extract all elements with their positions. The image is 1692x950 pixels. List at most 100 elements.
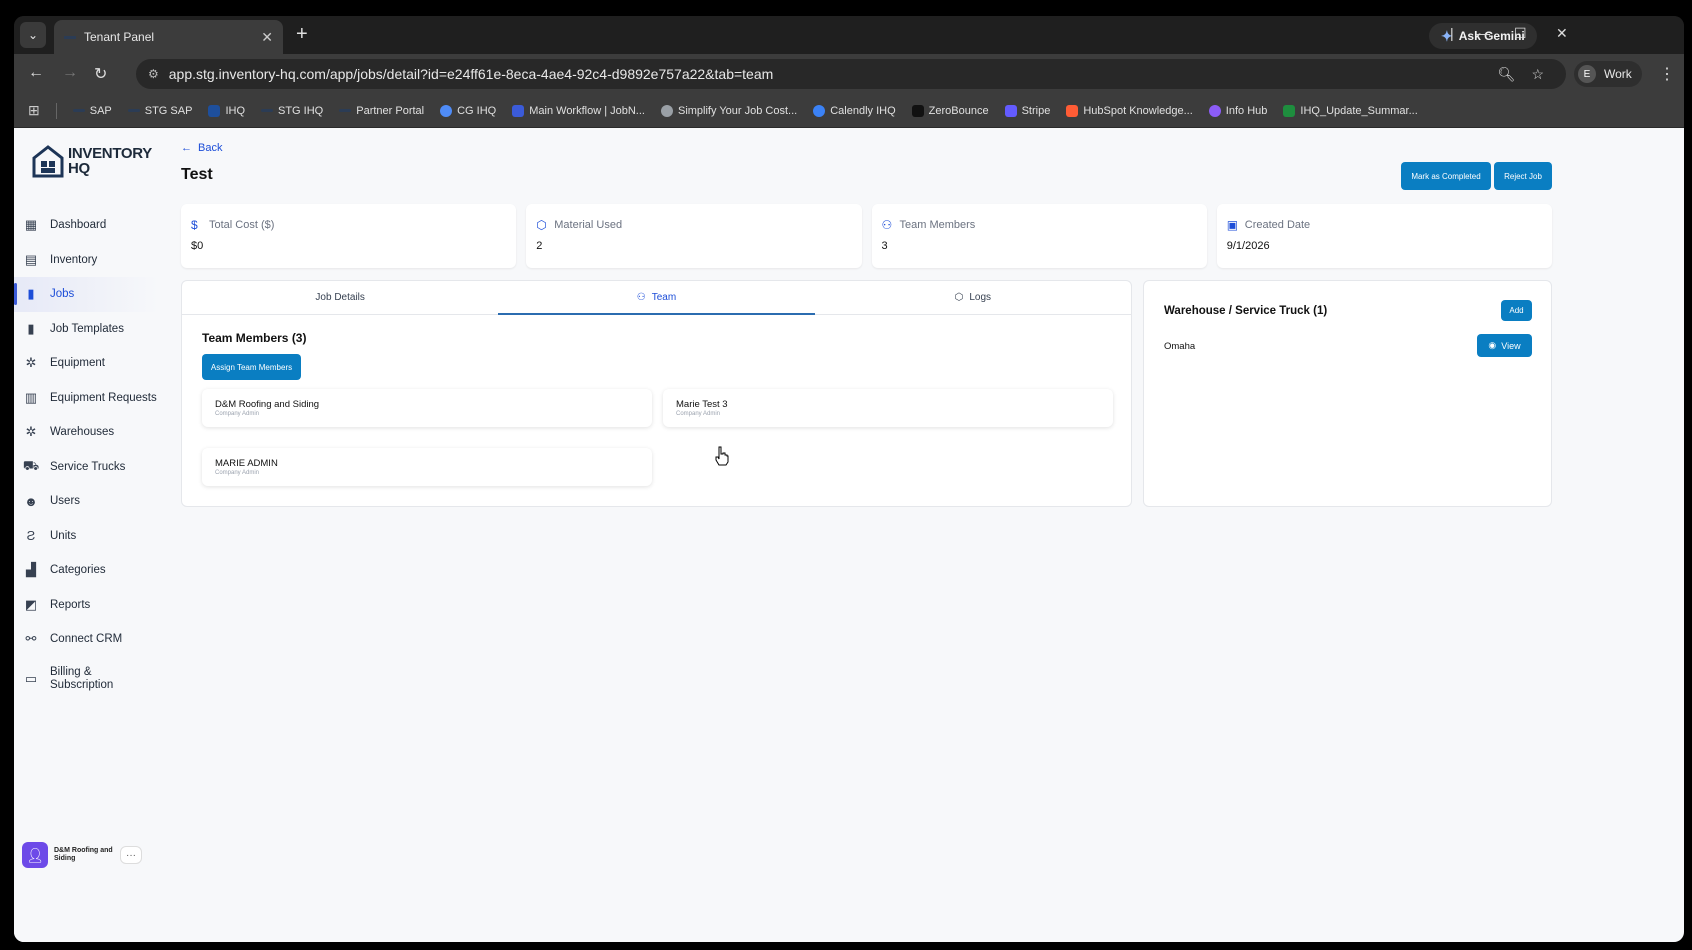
bookmark-icon <box>339 109 352 112</box>
assign-team-members-button[interactable]: Assign Team Members <box>202 354 301 380</box>
minimize-icon[interactable]: — <box>1476 25 1490 41</box>
bookmark-label: Info Hub <box>1225 104 1268 117</box>
site-settings-icon[interactable]: ⚙ <box>148 67 159 81</box>
browser-toolbar: ← → ↻ ⚙ app.stg.inventory-hq.com/app/job… <box>14 54 1684 94</box>
forward-arrow-icon[interactable]: → <box>62 64 78 82</box>
browser-menu-icon[interactable]: ⋮ <box>1659 64 1675 84</box>
bookmark-label: STG IHQ <box>278 104 324 117</box>
add-warehouse-button[interactable]: Add <box>1501 300 1532 321</box>
profile-label: Work <box>1604 67 1632 81</box>
member-role: Company Admin <box>215 411 260 417</box>
chart-icon: ◩ <box>24 596 38 612</box>
sidebar-item-equipment[interactable]: ✲ Equipment <box>14 346 159 381</box>
tab-search-button[interactable]: ⌄ <box>20 22 46 48</box>
sidebar-item-inventory[interactable]: ▤ Inventory <box>14 243 159 278</box>
bookmark-zerobounce[interactable]: ZeroBounce <box>911 104 989 117</box>
tab-strip: ⌄ Tenant Panel ✕ + ✦ Ask Gemini | — ☐ ✕ <box>14 16 1684 54</box>
member-card[interactable]: D&M Roofing and Siding Company Admin <box>202 389 652 427</box>
bookmark-label: STG SAP <box>144 104 193 117</box>
sidebar-item-warehouses[interactable]: ✲ Warehouses <box>14 415 159 450</box>
user-menu[interactable]: 👤︎ D&M Roofing and Siding ··· <box>22 842 152 868</box>
categories-icon: ▟ <box>26 562 36 578</box>
member-card[interactable]: MARIE ADMIN Company Admin <box>202 448 652 486</box>
sidebar-item-label: Job Templates <box>50 322 124 335</box>
warehouse-title: Warehouse / Service Truck (1) <box>1164 305 1328 317</box>
back-arrow-icon[interactable]: ← <box>28 64 44 82</box>
sidebar-item-reports[interactable]: ◩ Reports <box>14 588 159 623</box>
url-text: app.stg.inventory-hq.com/app/jobs/detail… <box>168 66 774 82</box>
jobnimbus-icon <box>512 104 525 117</box>
sidebar-item-job-templates[interactable]: ▮ Job Templates <box>14 312 159 347</box>
sidebar-item-connect-crm[interactable]: ⚯ Connect CRM <box>14 622 159 657</box>
bookmark-label: CG IHQ <box>457 104 497 117</box>
sidebar-item-billing[interactable]: ▭ Billing & Subscription <box>14 657 159 701</box>
profile-button[interactable]: E Work <box>1574 61 1642 87</box>
bookmark-icon <box>127 109 140 112</box>
sidebar-item-dashboard[interactable]: ▦ Dashboard <box>14 208 159 243</box>
back-label: Back <box>198 142 223 154</box>
bookmark-label: Main Workflow | JobN... <box>529 104 645 117</box>
clipboard-icon: ▥ <box>24 389 38 405</box>
address-bar[interactable]: ⚙ app.stg.inventory-hq.com/app/jobs/deta… <box>136 59 1566 89</box>
tab-team[interactable]: ⚇ Team <box>498 281 815 315</box>
member-name: Marie Test 3 <box>676 399 728 410</box>
close-window-icon[interactable]: ✕ <box>1556 25 1568 42</box>
bookmark-partner-portal[interactable]: Partner Portal <box>339 105 424 117</box>
member-role: Company Admin <box>215 470 260 476</box>
sidebar-item-label: Units <box>50 529 77 542</box>
bookmark-hubspot[interactable]: HubSpot Knowledge... <box>1066 104 1193 117</box>
member-role: Company Admin <box>676 411 721 417</box>
bookmark-stg-sap[interactable]: STG SAP <box>127 104 193 117</box>
sidebar-item-users[interactable]: ☻ Users <box>14 484 159 519</box>
bookmark-simplify[interactable]: Simplify Your Job Cost... <box>660 104 797 117</box>
apps-grid-icon[interactable]: ⊞ <box>28 102 40 119</box>
zoom-icon[interactable]: 🔍︎ <box>1498 66 1516 83</box>
view-warehouse-button[interactable]: ◉ View <box>1477 334 1532 357</box>
sidebar-item-label: Warehouses <box>50 426 115 439</box>
sidebar-item-service-trucks[interactable]: ⛟ Service Trucks <box>14 450 159 485</box>
bookmark-ihq-update[interactable]: IHQ_Update_Summar... <box>1283 104 1418 117</box>
zerobounce-icon <box>911 104 924 117</box>
view-label: View <box>1501 340 1521 351</box>
stat-value: 2 <box>536 240 543 252</box>
brand-name: INVENTORY HQ <box>68 146 152 176</box>
avatar: 👤︎ <box>22 842 48 868</box>
bookmark-calendly[interactable]: Calendly IHQ <box>813 104 896 117</box>
bookmark-main-workflow[interactable]: Main Workflow | JobN... <box>512 104 645 117</box>
sidebar-item-units[interactable]: Ƨ Units <box>14 519 159 554</box>
bookmark-star-icon[interactable]: ☆ <box>1531 66 1544 83</box>
tab-label: Logs <box>969 292 992 303</box>
bookmark-ihq[interactable]: IHQ <box>208 104 245 117</box>
grid-icon: ▦ <box>24 217 38 233</box>
sidebar-item-label: Jobs <box>50 288 75 301</box>
inventory-hq-logo[interactable]: INVENTORY HQ <box>32 144 152 178</box>
sidebar-item-label: Connect CRM <box>50 633 123 646</box>
reject-job-button[interactable]: Reject Job <box>1494 162 1552 190</box>
tab-label: Job Details <box>315 292 365 303</box>
browser-tab[interactable]: Tenant Panel ✕ <box>54 20 283 54</box>
bookmark-sap[interactable]: SAP <box>72 105 112 117</box>
bookmark-info-hub[interactable]: Info Hub <box>1208 104 1268 117</box>
tab-job-details[interactable]: Job Details <box>182 281 498 314</box>
more-options-button[interactable]: ··· <box>120 846 142 864</box>
sidebar-item-equipment-requests[interactable]: ▥ Equipment Requests <box>14 381 159 416</box>
back-link[interactable]: ← Back <box>181 142 222 154</box>
user-name: D&M Roofing and Siding <box>54 847 113 862</box>
maximize-icon[interactable]: ☐ <box>1514 25 1527 42</box>
bookmark-label: IHQ_Update_Summar... <box>1300 104 1418 117</box>
wrench-icon: ✲ <box>25 355 37 371</box>
member-card[interactable]: Marie Test 3 Company Admin <box>663 389 1113 427</box>
sidebar-item-categories[interactable]: ▟ Categories <box>14 553 159 588</box>
bookmark-stg-ihq[interactable]: STG IHQ <box>261 105 323 117</box>
users-icon: ⚇ <box>881 218 893 232</box>
reload-icon[interactable]: ↻ <box>94 64 107 84</box>
bookmark-cg-ihq[interactable]: CG IHQ <box>440 104 497 117</box>
tab-logs[interactable]: ⬡ Logs <box>815 281 1131 314</box>
truck-icon: ⛟ <box>22 457 40 473</box>
sidebar-item-jobs[interactable]: ▮ Jobs <box>14 277 159 312</box>
close-tab-icon[interactable]: ✕ <box>261 29 273 46</box>
mark-as-completed-button[interactable]: Mark as Completed <box>1401 162 1491 190</box>
bookmark-stripe[interactable]: Stripe <box>1004 104 1050 117</box>
new-tab-button[interactable]: + <box>296 23 308 46</box>
sidebar-item-label: Dashboard <box>50 219 107 232</box>
